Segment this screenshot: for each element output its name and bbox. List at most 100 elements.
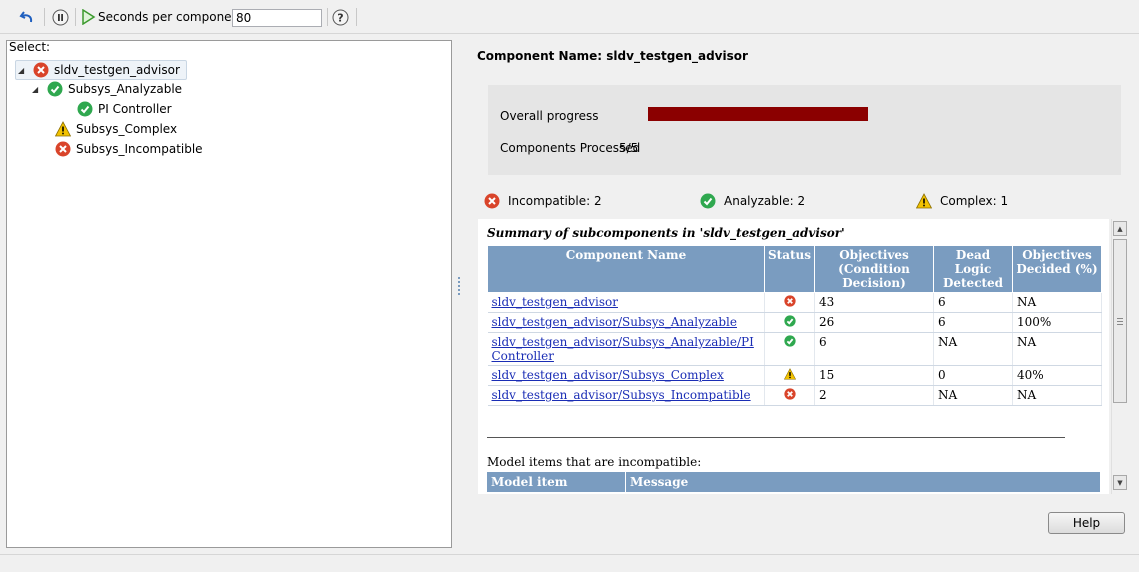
- error-icon: [33, 62, 49, 78]
- error-icon: [484, 193, 500, 209]
- toolbar-separator: [356, 8, 357, 26]
- component-link[interactable]: sldv_testgen_advisor/Subsys_Analyzable: [492, 315, 737, 329]
- overall-progress-fill: [648, 107, 868, 121]
- tree-item-label: sldv_testgen_advisor: [54, 63, 180, 77]
- complex-count-label: Complex: 1: [940, 194, 1009, 208]
- progress-panel: Overall progress Components Processed 5/…: [488, 85, 1121, 175]
- incompatible-items-table: Model item Message: [487, 472, 1101, 492]
- undo-icon[interactable]: [18, 8, 36, 26]
- svg-text:?: ?: [337, 11, 343, 24]
- select-label: Select:: [9, 40, 51, 54]
- dead-logic-cell: 6: [933, 292, 1014, 313]
- seconds-per-component-input[interactable]: [232, 9, 322, 27]
- toolbar-separator: [75, 8, 76, 26]
- col-header-component-name: Component Name: [487, 245, 765, 293]
- tree-item-label: Subsys_Analyzable: [68, 82, 183, 96]
- objectives-decided-cell: 40%: [1012, 365, 1103, 386]
- help-button[interactable]: Help: [1048, 512, 1125, 534]
- component-name-cell: sldv_testgen_advisor/Subsys_Complex: [487, 365, 765, 386]
- overall-progress-bar: [648, 107, 868, 121]
- report-title: Summary of subcomponents in 'sldv_testge…: [487, 226, 845, 240]
- tree-item-subsys-complex[interactable]: Subsys_Complex: [55, 120, 177, 138]
- col-header-objectives: Objectives (Condition Decision): [814, 245, 935, 293]
- status-cell: [764, 365, 816, 386]
- tree-item-subsys-incompatible[interactable]: Subsys_Incompatible: [55, 140, 203, 158]
- dead-logic-cell: 6: [933, 312, 1014, 333]
- objectives-cell: 43: [814, 292, 935, 313]
- warning-icon: [783, 368, 796, 383]
- dead-logic-cell: 0: [933, 365, 1014, 386]
- objectives-cell: 6: [814, 332, 935, 366]
- col-header-status: Status: [763, 245, 816, 293]
- toolbar: Seconds per component: ?: [0, 0, 1139, 34]
- components-processed-value: 5/5: [619, 141, 639, 155]
- component-name-cell: sldv_testgen_advisor: [487, 292, 765, 313]
- status-cell: [764, 385, 816, 406]
- collapse-caret-icon[interactable]: ◢: [32, 85, 41, 94]
- objectives-cell: 26: [814, 312, 935, 333]
- tree-item-root[interactable]: ◢ sldv_testgen_advisor: [15, 60, 187, 80]
- table-row: sldv_testgen_advisor/Subsys_Incompatible…: [487, 385, 1103, 406]
- tree-item-label: Subsys_Complex: [76, 122, 178, 136]
- col-header-dead-logic: Dead Logic Detected: [933, 245, 1014, 293]
- objectives-decided-cell: NA: [1012, 292, 1103, 313]
- error-icon: [783, 388, 796, 403]
- scrollbar-thumb[interactable]: [1113, 239, 1127, 403]
- component-tree-pane: Select: ◢ sldv_testgen_advisor ◢ Subsys_…: [6, 40, 452, 548]
- incompatible-count-label: Incompatible: 2: [508, 194, 602, 208]
- toolbar-separator: [327, 8, 328, 26]
- component-name-cell: sldv_testgen_advisor/Subsys_Incompatible: [487, 385, 765, 406]
- error-icon: [783, 295, 796, 310]
- grip-icon: [1117, 317, 1123, 325]
- warning-icon: [916, 193, 932, 209]
- status-cell: [764, 292, 816, 313]
- play-icon[interactable]: [79, 8, 97, 26]
- summary-table: Component Name Status Objectives (Condit…: [487, 245, 1103, 406]
- table-row: sldv_testgen_advisor/Subsys_Complex 15 0 40…: [487, 365, 1103, 386]
- tree-item-subsys-analyzable[interactable]: ◢ Subsys_Analyzable: [32, 80, 182, 98]
- tree-item-label: PI Controller: [98, 102, 172, 116]
- incompatible-items-label: Model items that are incompatible:: [487, 455, 702, 469]
- scroll-up-icon[interactable]: ▲: [1113, 221, 1127, 236]
- collapse-caret-icon[interactable]: ◢: [18, 66, 27, 75]
- pause-icon[interactable]: [51, 8, 69, 26]
- status-cell: [764, 312, 816, 333]
- component-name-cell: sldv_testgen_advisor/Subsys_Analyzable: [487, 312, 765, 333]
- table-row: sldv_testgen_advisor/Subsys_Analyzable 26…: [487, 312, 1103, 333]
- incompatible-count: Incompatible: 2: [484, 193, 602, 209]
- objectives-decided-cell: 100%: [1012, 312, 1103, 333]
- question-icon[interactable]: ?: [331, 8, 349, 26]
- pane-splitter[interactable]: [458, 277, 461, 301]
- tree-item-pi-controller[interactable]: PI Controller: [77, 100, 172, 118]
- analyzable-count-label: Analyzable: 2: [724, 194, 806, 208]
- warning-icon: [55, 121, 71, 137]
- divider: [487, 437, 1065, 438]
- error-icon: [55, 141, 71, 157]
- component-link[interactable]: sldv_testgen_advisor: [492, 295, 618, 309]
- col-header-objectives-decided: Objectives Decided (%): [1012, 245, 1103, 293]
- component-name-cell: sldv_testgen_advisor/Subsys_Analyzable/P…: [487, 332, 765, 366]
- component-name-heading: Component Name: sldv_testgen_advisor: [477, 49, 748, 63]
- report-scrollbar[interactable]: ▲ ▼: [1111, 219, 1128, 494]
- objectives-cell: 2: [814, 385, 935, 406]
- dead-logic-cell: NA: [933, 385, 1014, 406]
- status-cell: [764, 332, 816, 366]
- col-header-model-item: Model item: [487, 472, 626, 492]
- scroll-down-icon[interactable]: ▼: [1113, 475, 1127, 490]
- check-icon: [47, 81, 63, 97]
- report-view: Summary of subcomponents in 'sldv_testge…: [478, 219, 1109, 494]
- table-row: sldv_testgen_advisor 43 6 NA: [487, 292, 1103, 313]
- component-link[interactable]: sldv_testgen_advisor/Subsys_Incompatible: [492, 388, 751, 402]
- overall-progress-label: Overall progress: [500, 109, 599, 123]
- toolbar-separator: [44, 8, 45, 26]
- objectives-decided-cell: NA: [1012, 385, 1103, 406]
- check-icon: [783, 315, 796, 330]
- check-icon: [77, 101, 93, 117]
- component-link[interactable]: sldv_testgen_advisor/Subsys_Complex: [492, 368, 724, 382]
- component-link[interactable]: sldv_testgen_advisor/Subsys_Analyzable/P…: [492, 335, 754, 363]
- table-row: sldv_testgen_advisor/Subsys_Analyzable/P…: [487, 332, 1103, 366]
- dead-logic-cell: NA: [933, 332, 1014, 366]
- tree-item-label: Subsys_Incompatible: [76, 142, 203, 156]
- seconds-per-component-label: Seconds per component:: [98, 10, 248, 24]
- analyzable-count: Analyzable: 2: [700, 193, 805, 209]
